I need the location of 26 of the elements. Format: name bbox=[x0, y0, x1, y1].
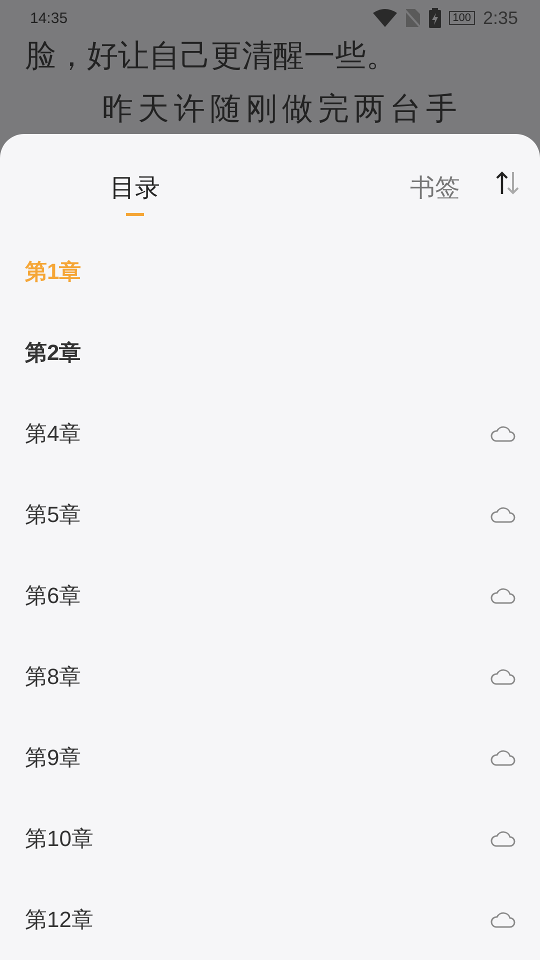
chapter-title[interactable]: 第10章 bbox=[25, 824, 94, 854]
chapter-title[interactable]: 第8章 bbox=[25, 662, 82, 692]
cloud-icon bbox=[490, 830, 516, 848]
chapter-title[interactable]: 第9章 bbox=[25, 742, 82, 772]
reader-text: 昨天许随刚做完两台手 bbox=[101, 90, 463, 129]
reader-text: 脸，好让自己更清醒一些。 bbox=[24, 37, 398, 76]
chapter-title[interactable]: 第12章 bbox=[25, 904, 94, 934]
battery-level: 100 bbox=[448, 11, 475, 26]
status-clock: 2:35 bbox=[482, 8, 518, 29]
tab[interactable]: 书签 bbox=[406, 149, 464, 216]
cloud-icon bbox=[490, 586, 516, 604]
cloud-icon bbox=[490, 668, 516, 686]
chapter-title[interactable]: 第2章 bbox=[25, 338, 82, 368]
sort-icon[interactable] bbox=[494, 170, 520, 196]
status-time: 14:35 bbox=[30, 10, 68, 27]
battery-icon bbox=[428, 8, 441, 28]
chapter-title[interactable]: 第6章 bbox=[25, 580, 82, 610]
cloud-icon bbox=[490, 424, 516, 442]
cloud-icon bbox=[490, 506, 516, 524]
tab[interactable]: 目录 bbox=[106, 149, 164, 216]
chapter-title[interactable]: 第4章 bbox=[25, 418, 82, 448]
chapter-title[interactable]: 第5章 bbox=[25, 500, 82, 530]
wifi-icon bbox=[372, 9, 397, 28]
cloud-icon bbox=[490, 910, 516, 928]
cloud-icon bbox=[490, 748, 516, 766]
no-sim-icon bbox=[404, 8, 421, 28]
